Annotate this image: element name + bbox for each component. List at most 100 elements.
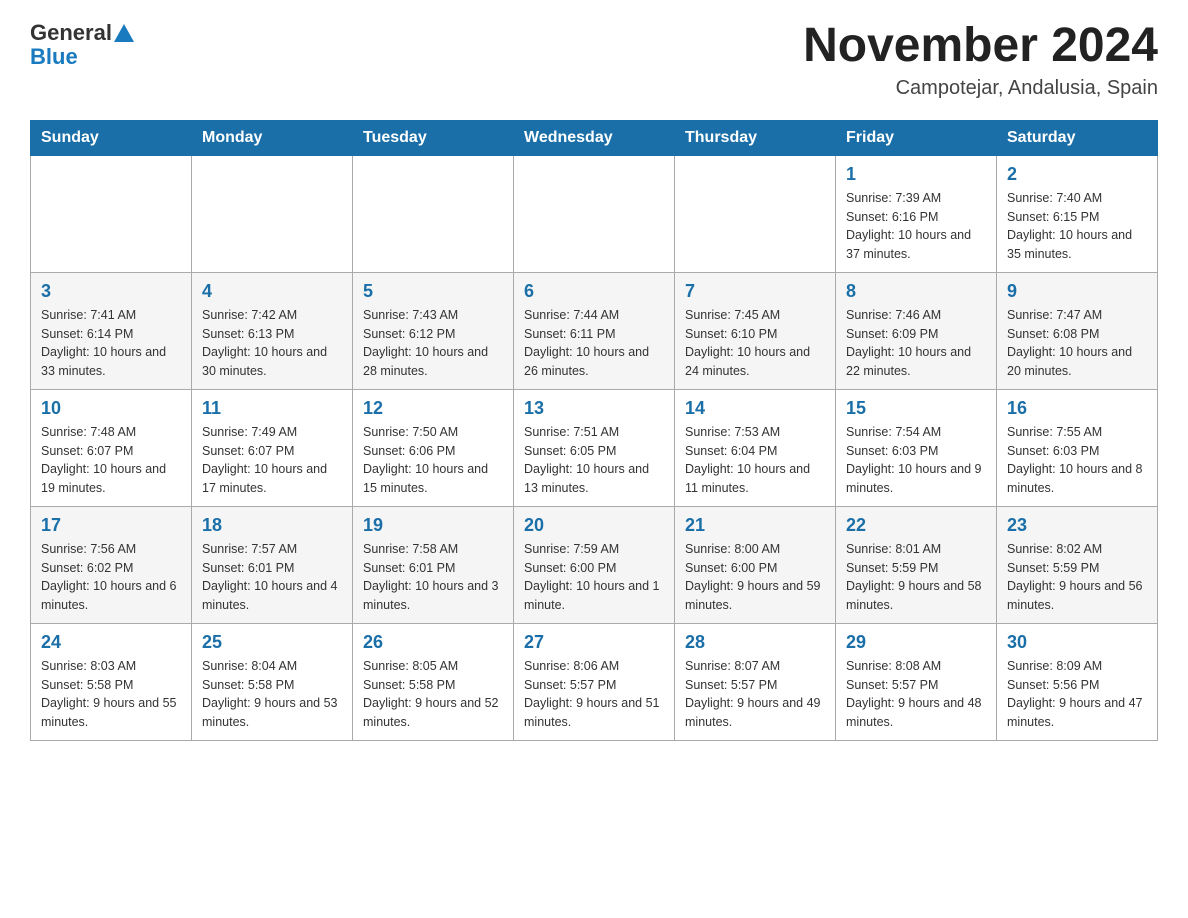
day-number: 16 [1007, 398, 1147, 419]
column-header-sunday: Sunday [31, 120, 192, 155]
calendar-table: SundayMondayTuesdayWednesdayThursdayFrid… [30, 120, 1158, 741]
day-number: 20 [524, 515, 664, 536]
day-number: 19 [363, 515, 503, 536]
column-header-wednesday: Wednesday [514, 120, 675, 155]
day-number: 29 [846, 632, 986, 653]
calendar-cell: 4 Sunrise: 7:42 AM Sunset: 6:13 PM Daylig… [192, 272, 353, 389]
calendar-cell [192, 155, 353, 272]
day-info: Sunrise: 7:59 AM Sunset: 6:00 PM Dayligh… [524, 540, 664, 615]
day-number: 21 [685, 515, 825, 536]
day-number: 10 [41, 398, 181, 419]
day-info: Sunrise: 7:47 AM Sunset: 6:08 PM Dayligh… [1007, 306, 1147, 381]
day-info: Sunrise: 7:51 AM Sunset: 6:05 PM Dayligh… [524, 423, 664, 498]
calendar-cell [353, 155, 514, 272]
day-number: 11 [202, 398, 342, 419]
day-number: 15 [846, 398, 986, 419]
logo-general-text: General [30, 20, 112, 46]
calendar-week-5: 24Sunrise: 8:03 AM Sunset: 5:58 PM Dayli… [31, 623, 1158, 740]
calendar-cell: 16 Sunrise: 7:55 AM Sunset: 6:03 PM Dayli… [997, 389, 1158, 506]
calendar-cell: 1 Sunrise: 7:39 AM Sunset: 6:16 PM Daylig… [836, 155, 997, 272]
day-number: 4 [202, 281, 342, 302]
calendar-cell: 18 Sunrise: 7:57 AM Sunset: 6:01 PM Dayli… [192, 506, 353, 623]
column-header-friday: Friday [836, 120, 997, 155]
day-number: 22 [846, 515, 986, 536]
day-number: 25 [202, 632, 342, 653]
day-info: Sunrise: 7:43 AM Sunset: 6:12 PM Dayligh… [363, 306, 503, 381]
day-info: Sunrise: 7:46 AM Sunset: 6:09 PM Dayligh… [846, 306, 986, 381]
day-number: 17 [41, 515, 181, 536]
calendar-cell: 14Sunrise: 7:53 AM Sunset: 6:04 PM Dayli… [675, 389, 836, 506]
calendar-body: 1 Sunrise: 7:39 AM Sunset: 6:16 PM Daylig… [31, 155, 1158, 740]
day-number: 28 [685, 632, 825, 653]
calendar-cell: 21 Sunrise: 8:00 AM Sunset: 6:00 PM Dayli… [675, 506, 836, 623]
calendar-cell: 22 Sunrise: 8:01 AM Sunset: 5:59 PM Dayli… [836, 506, 997, 623]
day-number: 5 [363, 281, 503, 302]
day-info: Sunrise: 8:06 AM Sunset: 5:57 PM Dayligh… [524, 657, 664, 732]
day-info: Sunrise: 7:40 AM Sunset: 6:15 PM Dayligh… [1007, 189, 1147, 264]
calendar-week-3: 10Sunrise: 7:48 AM Sunset: 6:07 PM Dayli… [31, 389, 1158, 506]
day-info: Sunrise: 8:09 AM Sunset: 5:56 PM Dayligh… [1007, 657, 1147, 732]
day-number: 8 [846, 281, 986, 302]
calendar-cell: 7 Sunrise: 7:45 AM Sunset: 6:10 PM Daylig… [675, 272, 836, 389]
day-number: 9 [1007, 281, 1147, 302]
day-info: Sunrise: 7:55 AM Sunset: 6:03 PM Dayligh… [1007, 423, 1147, 498]
day-info: Sunrise: 7:50 AM Sunset: 6:06 PM Dayligh… [363, 423, 503, 498]
day-info: Sunrise: 8:04 AM Sunset: 5:58 PM Dayligh… [202, 657, 342, 732]
logo-blue-text: Blue [30, 44, 78, 70]
day-info: Sunrise: 7:39 AM Sunset: 6:16 PM Dayligh… [846, 189, 986, 264]
day-info: Sunrise: 8:08 AM Sunset: 5:57 PM Dayligh… [846, 657, 986, 732]
header-row: SundayMondayTuesdayWednesdayThursdayFrid… [31, 120, 1158, 155]
day-number: 7 [685, 281, 825, 302]
day-number: 27 [524, 632, 664, 653]
calendar-cell: 10Sunrise: 7:48 AM Sunset: 6:07 PM Dayli… [31, 389, 192, 506]
calendar-cell: 6 Sunrise: 7:44 AM Sunset: 6:11 PM Daylig… [514, 272, 675, 389]
day-info: Sunrise: 8:01 AM Sunset: 5:59 PM Dayligh… [846, 540, 986, 615]
calendar-header: SundayMondayTuesdayWednesdayThursdayFrid… [31, 120, 1158, 155]
calendar-cell: 2Sunrise: 7:40 AM Sunset: 6:15 PM Daylig… [997, 155, 1158, 272]
calendar-cell [31, 155, 192, 272]
logo-triangle-icon [114, 24, 134, 42]
calendar-cell: 30 Sunrise: 8:09 AM Sunset: 5:56 PM Dayli… [997, 623, 1158, 740]
column-header-thursday: Thursday [675, 120, 836, 155]
day-info: Sunrise: 7:49 AM Sunset: 6:07 PM Dayligh… [202, 423, 342, 498]
calendar-cell: 5 Sunrise: 7:43 AM Sunset: 6:12 PM Daylig… [353, 272, 514, 389]
calendar-cell: 23 Sunrise: 8:02 AM Sunset: 5:59 PM Dayli… [997, 506, 1158, 623]
day-info: Sunrise: 7:44 AM Sunset: 6:11 PM Dayligh… [524, 306, 664, 381]
day-info: Sunrise: 7:42 AM Sunset: 6:13 PM Dayligh… [202, 306, 342, 381]
day-number: 13 [524, 398, 664, 419]
day-info: Sunrise: 8:03 AM Sunset: 5:58 PM Dayligh… [41, 657, 181, 732]
day-info: Sunrise: 7:57 AM Sunset: 6:01 PM Dayligh… [202, 540, 342, 615]
page-header: General Blue November 2024 Campotejar, A… [30, 20, 1158, 100]
calendar-week-2: 3Sunrise: 7:41 AM Sunset: 6:14 PM Daylig… [31, 272, 1158, 389]
day-info: Sunrise: 8:02 AM Sunset: 5:59 PM Dayligh… [1007, 540, 1147, 615]
logo: General Blue [30, 20, 136, 70]
calendar-cell: 26Sunrise: 8:05 AM Sunset: 5:58 PM Dayli… [353, 623, 514, 740]
day-number: 30 [1007, 632, 1147, 653]
location-text: Campotejar, Andalusia, Spain [803, 77, 1158, 100]
day-number: 1 [846, 164, 986, 185]
day-info: Sunrise: 8:00 AM Sunset: 6:00 PM Dayligh… [685, 540, 825, 615]
calendar-cell: 15Sunrise: 7:54 AM Sunset: 6:03 PM Dayli… [836, 389, 997, 506]
calendar-cell: 19Sunrise: 7:58 AM Sunset: 6:01 PM Dayli… [353, 506, 514, 623]
day-info: Sunrise: 7:53 AM Sunset: 6:04 PM Dayligh… [685, 423, 825, 498]
title-section: November 2024 Campotejar, Andalusia, Spa… [803, 20, 1158, 100]
day-info: Sunrise: 7:41 AM Sunset: 6:14 PM Dayligh… [41, 306, 181, 381]
calendar-week-4: 17Sunrise: 7:56 AM Sunset: 6:02 PM Dayli… [31, 506, 1158, 623]
calendar-cell: 11 Sunrise: 7:49 AM Sunset: 6:07 PM Dayli… [192, 389, 353, 506]
calendar-cell: 28 Sunrise: 8:07 AM Sunset: 5:57 PM Dayli… [675, 623, 836, 740]
day-number: 18 [202, 515, 342, 536]
calendar-cell: 20 Sunrise: 7:59 AM Sunset: 6:00 PM Dayli… [514, 506, 675, 623]
calendar-cell: 25 Sunrise: 8:04 AM Sunset: 5:58 PM Dayli… [192, 623, 353, 740]
day-number: 12 [363, 398, 503, 419]
calendar-cell: 8 Sunrise: 7:46 AM Sunset: 6:09 PM Daylig… [836, 272, 997, 389]
day-info: Sunrise: 8:07 AM Sunset: 5:57 PM Dayligh… [685, 657, 825, 732]
column-header-tuesday: Tuesday [353, 120, 514, 155]
day-number: 6 [524, 281, 664, 302]
column-header-monday: Monday [192, 120, 353, 155]
day-number: 23 [1007, 515, 1147, 536]
column-header-saturday: Saturday [997, 120, 1158, 155]
calendar-cell: 9 Sunrise: 7:47 AM Sunset: 6:08 PM Daylig… [997, 272, 1158, 389]
day-info: Sunrise: 7:45 AM Sunset: 6:10 PM Dayligh… [685, 306, 825, 381]
calendar-week-1: 1 Sunrise: 7:39 AM Sunset: 6:16 PM Daylig… [31, 155, 1158, 272]
calendar-cell: 12 Sunrise: 7:50 AM Sunset: 6:06 PM Dayli… [353, 389, 514, 506]
